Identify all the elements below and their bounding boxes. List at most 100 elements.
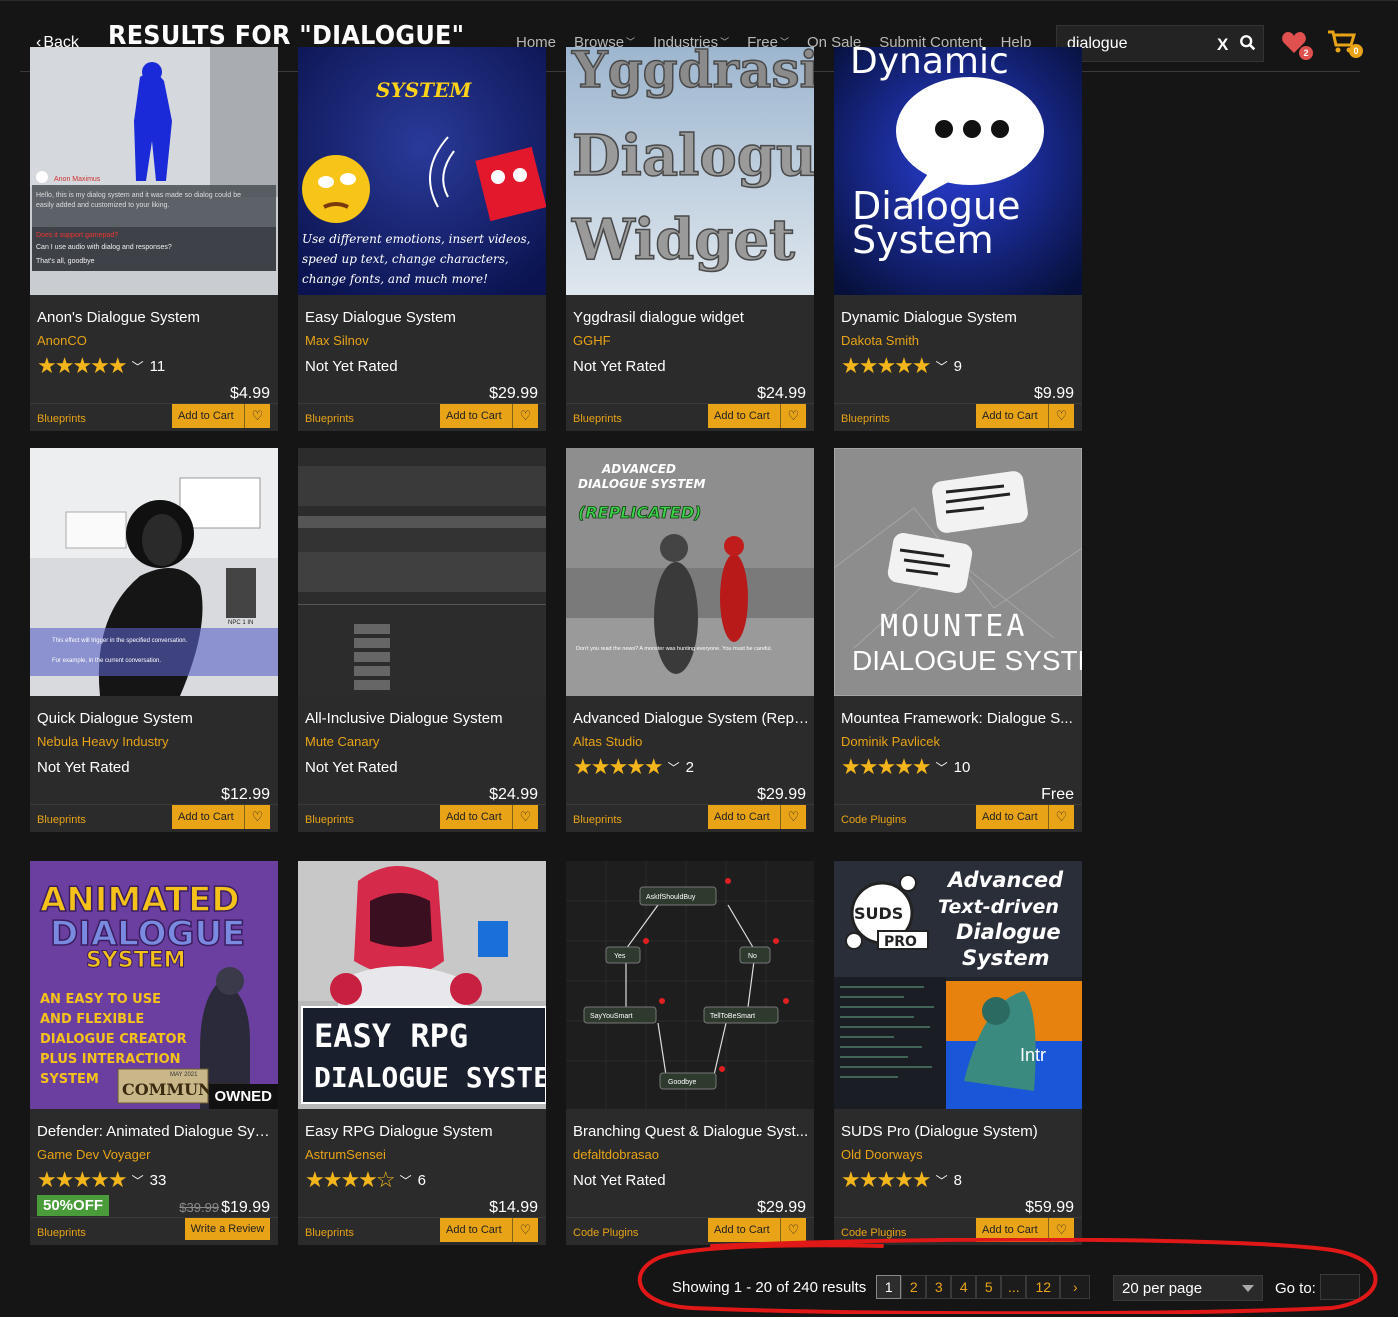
add-to-cart-button[interactable]: Add to Cart ♡ xyxy=(440,404,538,428)
product-category[interactable]: Blueprints xyxy=(305,1227,354,1239)
product-category[interactable]: Code Plugins xyxy=(573,1227,638,1239)
wishlist-heart-icon[interactable]: ♡ xyxy=(1049,1222,1074,1238)
wishlist-heart-icon[interactable]: ♡ xyxy=(245,408,270,424)
add-to-cart-button[interactable]: Add to Cart ♡ xyxy=(708,805,806,829)
page-button-1[interactable]: 1 xyxy=(876,1275,902,1299)
product-thumbnail[interactable]: EASY RPG DIALOGUE SYSTEM xyxy=(298,861,546,1109)
product-card[interactable]: Anon Maximus Hello, this is my dialog sy… xyxy=(30,47,278,431)
product-author[interactable]: Dakota Smith xyxy=(841,333,919,348)
product-author[interactable]: AstrumSensei xyxy=(305,1147,386,1162)
search-input[interactable] xyxy=(1067,35,1207,53)
wishlist-heart-icon[interactable]: ♡ xyxy=(513,1222,538,1238)
product-category[interactable]: Blueprints xyxy=(841,413,890,425)
page-button-3[interactable]: 3 xyxy=(926,1275,952,1299)
product-card[interactable]: SUDS PRO Advanced Text-driven Dialogue S… xyxy=(834,861,1082,1245)
add-to-cart-button[interactable]: Add to Cart ♡ xyxy=(976,805,1074,829)
product-thumbnail[interactable]: ANIMATED DIALOGUE SYSTEM AN EASY TO USE … xyxy=(30,861,278,1109)
page-button-4[interactable]: 4 xyxy=(951,1275,977,1299)
wishlist-heart-icon[interactable]: ♡ xyxy=(513,408,538,424)
product-thumbnail[interactable]: MOUNTEA DIALOGUE SYSTEM xyxy=(834,448,1082,696)
wishlist-heart-icon[interactable]: ♡ xyxy=(781,408,806,424)
chevron-down-icon[interactable]: ﹀ xyxy=(936,1172,948,1189)
wishlist-heart-icon[interactable]: ♡ xyxy=(245,809,270,825)
chevron-down-icon[interactable]: ﹀ xyxy=(132,1172,144,1189)
product-author[interactable]: Max Silnov xyxy=(305,333,369,348)
product-title[interactable]: Easy RPG Dialogue System xyxy=(305,1123,541,1140)
product-title[interactable]: Advanced Dialogue System (Repli... xyxy=(573,710,809,727)
product-thumbnail[interactable]: Dynamic Dialogue System xyxy=(834,47,1082,295)
product-card[interactable]: AskIfShouldBuy Yes No SayYouSmart TellTo… xyxy=(566,861,814,1245)
product-card[interactable]: NPC 1 IN This effect will trigger in the… xyxy=(30,448,278,832)
product-title[interactable]: SUDS Pro (Dialogue System) xyxy=(841,1123,1077,1140)
product-category[interactable]: Blueprints xyxy=(305,413,354,425)
clear-search-icon[interactable]: X xyxy=(1217,35,1228,55)
product-card[interactable]: Dynamic Dialogue System Dynamic Dialogue… xyxy=(834,47,1082,431)
product-thumbnail[interactable]: Yggdrasil Dialogue Widget xyxy=(566,47,814,295)
product-author[interactable]: Game Dev Voyager xyxy=(37,1147,150,1162)
chevron-down-icon[interactable]: ﹀ xyxy=(936,759,948,776)
product-author[interactable]: Altas Studio xyxy=(573,734,642,749)
wishlist-heart-icon[interactable]: ♡ xyxy=(1049,408,1074,424)
product-thumbnail[interactable]: Anon Maximus Hello, this is my dialog sy… xyxy=(30,47,278,295)
product-title[interactable]: Easy Dialogue System xyxy=(305,309,541,326)
product-category[interactable]: Code Plugins xyxy=(841,814,906,826)
page-button-5[interactable]: 5 xyxy=(976,1275,1002,1299)
wishlist-heart-icon[interactable]: ♡ xyxy=(781,809,806,825)
product-title[interactable]: Defender: Animated Dialogue Sys... xyxy=(37,1123,273,1140)
product-category[interactable]: Blueprints xyxy=(573,814,622,826)
product-category[interactable]: Blueprints xyxy=(305,814,354,826)
chevron-down-icon[interactable]: ﹀ xyxy=(936,358,948,375)
wishlist-heart-icon[interactable]: ♡ xyxy=(781,1222,806,1238)
product-title[interactable]: Anon's Dialogue System xyxy=(37,309,273,326)
add-to-cart-button[interactable]: Add to Cart ♡ xyxy=(172,805,270,829)
next-page-button[interactable]: › xyxy=(1060,1275,1091,1299)
product-title[interactable]: Quick Dialogue System xyxy=(37,710,273,727)
product-title[interactable]: All-Inclusive Dialogue System xyxy=(305,710,541,727)
search-icon[interactable] xyxy=(1239,34,1257,52)
product-thumbnail[interactable]: SYSTEM Use different emotions, insert vi… xyxy=(298,47,546,295)
chevron-down-icon[interactable]: ﹀ xyxy=(132,358,144,375)
product-card[interactable]: Yggdrasil Dialogue Widget Yggdrasil dial… xyxy=(566,47,814,431)
cart-button[interactable]: 0 xyxy=(1327,29,1363,59)
product-category[interactable]: Blueprints xyxy=(37,413,86,425)
product-author[interactable]: Mute Canary xyxy=(305,734,379,749)
product-title[interactable]: Mountea Framework: Dialogue S... xyxy=(841,710,1077,727)
product-author[interactable]: Old Doorways xyxy=(841,1147,923,1162)
wishlist-heart-icon[interactable]: ♡ xyxy=(513,809,538,825)
product-title[interactable]: Yggdrasil dialogue widget xyxy=(573,309,809,326)
add-to-cart-button[interactable]: Add to Cart ♡ xyxy=(976,1218,1074,1242)
chevron-down-icon[interactable]: ﹀ xyxy=(400,1172,412,1189)
add-to-cart-button[interactable]: Add to Cart ♡ xyxy=(976,404,1074,428)
page-button-2[interactable]: 2 xyxy=(901,1275,927,1299)
product-category[interactable]: Blueprints xyxy=(573,413,622,425)
product-author[interactable]: GGHF xyxy=(573,333,611,348)
add-to-cart-button[interactable]: Add to Cart ♡ xyxy=(440,1218,538,1242)
product-title[interactable]: Dynamic Dialogue System xyxy=(841,309,1077,326)
product-card[interactable]: SYSTEM Use different emotions, insert vi… xyxy=(298,47,546,431)
chevron-down-icon[interactable]: ﹀ xyxy=(668,759,680,776)
product-thumbnail[interactable] xyxy=(298,448,546,696)
product-author[interactable]: defaltdobrasao xyxy=(573,1147,659,1162)
page-button-last[interactable]: 12 xyxy=(1026,1275,1061,1299)
add-to-cart-button[interactable]: Add to Cart ♡ xyxy=(708,404,806,428)
product-thumbnail[interactable]: AskIfShouldBuy Yes No SayYouSmart TellTo… xyxy=(566,861,814,1109)
product-thumbnail[interactable]: SUDS PRO Advanced Text-driven Dialogue S… xyxy=(834,861,1082,1109)
add-to-cart-button[interactable]: Add to Cart ♡ xyxy=(172,404,270,428)
product-card[interactable]: All-Inclusive Dialogue System Mute Canar… xyxy=(298,448,546,832)
wishlist-button[interactable]: 2 xyxy=(1281,31,1313,60)
product-card[interactable]: ADVANCED DIALOGUE SYSTEM (REPLICATED) Do… xyxy=(566,448,814,832)
product-category[interactable]: Code Plugins xyxy=(841,1227,906,1239)
product-title[interactable]: Branching Quest & Dialogue Syst... xyxy=(573,1123,809,1140)
product-author[interactable]: Dominik Pavlicek xyxy=(841,734,940,749)
product-author[interactable]: AnonCO xyxy=(37,333,87,348)
product-thumbnail[interactable]: NPC 1 IN This effect will trigger in the… xyxy=(30,448,278,696)
product-thumbnail[interactable]: ADVANCED DIALOGUE SYSTEM (REPLICATED) Do… xyxy=(566,448,814,696)
add-to-cart-button[interactable]: Add to Cart ♡ xyxy=(440,805,538,829)
product-category[interactable]: Blueprints xyxy=(37,814,86,826)
product-author[interactable]: Nebula Heavy Industry xyxy=(37,734,169,749)
product-card[interactable]: ANIMATED DIALOGUE SYSTEM AN EASY TO USE … xyxy=(30,861,278,1245)
per-page-select[interactable]: 20 per page xyxy=(1113,1275,1263,1301)
wishlist-heart-icon[interactable]: ♡ xyxy=(1049,809,1074,825)
goto-page-input[interactable] xyxy=(1320,1274,1360,1300)
product-category[interactable]: Blueprints xyxy=(37,1227,86,1239)
